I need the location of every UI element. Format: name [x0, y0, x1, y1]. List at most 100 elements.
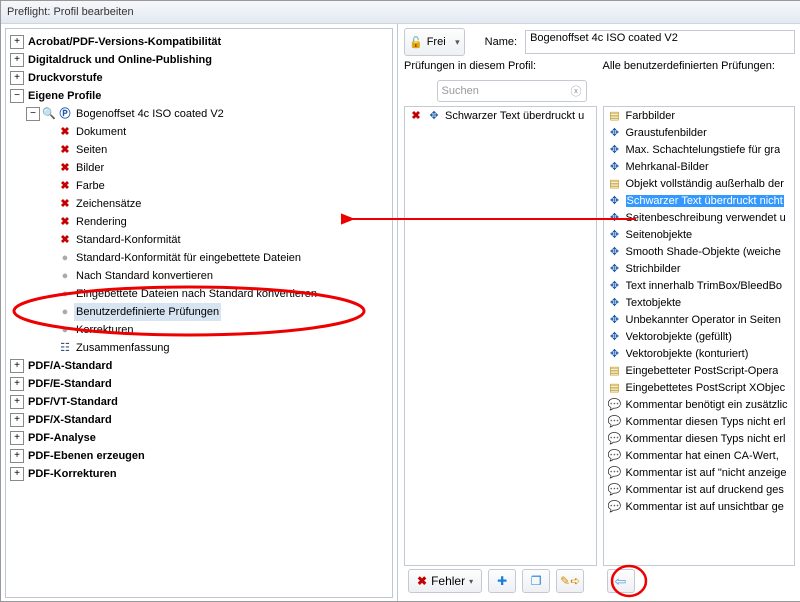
item-label: Eingebetteter PostScript-Opera — [626, 365, 779, 377]
tree-node[interactable]: +PDF/X-Standard — [10, 411, 388, 429]
new-button[interactable]: ✚ — [488, 569, 516, 593]
profile-tree[interactable]: +Acrobat/PDF-Versions-Kompatibilität +Di… — [5, 28, 393, 598]
expand-icon[interactable]: + — [10, 377, 24, 391]
all-checks-list[interactable]: ▤Farbbilder✥Graustufenbilder✥Max. Schach… — [603, 106, 796, 566]
mv-icon: ✥ — [608, 126, 622, 140]
profile-checks-list[interactable]: ✖✥Schwarzer Text überdruckt u — [404, 106, 597, 566]
list-item[interactable]: 💬Kommentar diesen Typs nicht erl — [604, 430, 795, 447]
item-label: Eingebettetes PostScript XObjec — [626, 382, 786, 394]
list-item[interactable]: 💬Kommentar ist auf unsichtbar ge — [604, 498, 795, 515]
item-label: Kommentar ist auf unsichtbar ge — [626, 501, 784, 513]
expand-icon[interactable]: + — [10, 395, 24, 409]
tree-node[interactable]: −Eigene Profile — [10, 87, 388, 105]
tree-node[interactable]: +PDF/E-Standard — [10, 375, 388, 393]
tree-node[interactable]: +PDF/A-Standard — [10, 357, 388, 375]
expand-icon[interactable]: + — [10, 35, 24, 49]
list-item[interactable]: ✥Seitenbeschreibung verwendet u — [604, 209, 795, 226]
collapse-icon[interactable]: − — [26, 107, 40, 121]
tree-node[interactable]: ✖Bilder — [10, 159, 388, 177]
list-item[interactable]: ✥Mehrkanal-Bilder — [604, 158, 795, 175]
export-button[interactable]: ✎➪ — [556, 569, 584, 593]
disabled-icon: ● — [58, 249, 72, 267]
mv-icon: ✥ — [608, 347, 622, 361]
errors-button[interactable]: ✖Fehler▾ — [408, 569, 482, 593]
duplicate-button[interactable]: ❐ — [522, 569, 550, 593]
tree-node[interactable]: +PDF-Korrekturen — [10, 465, 388, 483]
tree-node[interactable]: ●Nach Standard konvertieren — [10, 267, 388, 285]
list-item[interactable]: ✥Max. Schachtelungstiefe für gra — [604, 141, 795, 158]
list-item[interactable]: ✥ Unbekannter Operator in Seiten — [604, 311, 795, 328]
pg-icon: ▤ — [608, 381, 622, 395]
lock-dropdown[interactable]: 🔓Frei — [404, 28, 465, 56]
tree-node-selected[interactable]: ●Benutzerdefinierte Prüfungen — [10, 303, 388, 321]
list-item[interactable]: ✖✥Schwarzer Text überdruckt u — [405, 107, 596, 124]
expand-icon[interactable]: + — [10, 449, 24, 463]
tree-node[interactable]: ✖Standard-Konformität — [10, 231, 388, 249]
name-field[interactable]: Bogenoffset 4c ISO coated V2 — [525, 30, 795, 54]
tree-node[interactable]: +PDF-Analyse — [10, 429, 388, 447]
tree-node[interactable]: ✖Dokument — [10, 123, 388, 141]
list-item[interactable]: ✥Text innerhalb TrimBox/BleedBo — [604, 277, 795, 294]
tree-node[interactable]: +PDF-Ebenen erzeugen — [10, 447, 388, 465]
mv-icon: ✥ — [608, 296, 622, 310]
mv-icon: ✥ — [608, 313, 622, 327]
expand-icon[interactable]: + — [10, 359, 24, 373]
list-item[interactable]: 💬Kommentar ist auf "nicht anzeige — [604, 464, 795, 481]
list-item[interactable]: ▤ Eingebettetes PostScript XObjec — [604, 379, 795, 396]
item-label: Textobjekte — [626, 297, 682, 309]
list-item[interactable]: ✥Seitenobjekte — [604, 226, 795, 243]
tree-node[interactable]: ●Eingebettete Dateien nach Standard konv… — [10, 285, 388, 303]
item-label: Objekt vollständig außerhalb der — [626, 178, 784, 190]
search-input[interactable]: Suchen ⓧ — [437, 80, 587, 102]
tree-node[interactable]: ✖Seiten — [10, 141, 388, 159]
item-label: Kommentar benötigt ein zusätzlic — [626, 399, 788, 411]
item-label: Seitenbeschreibung verwendet u — [626, 212, 786, 224]
mv-icon: ✥ — [608, 194, 622, 208]
expand-icon[interactable]: + — [10, 53, 24, 67]
add-left-button[interactable]: ⇦ — [607, 569, 635, 593]
list-item[interactable]: 💬Kommentar hat einen CA-Wert, — [604, 447, 795, 464]
tree-node[interactable]: +Digitaldruck und Online-Publishing — [10, 51, 388, 69]
list-item[interactable]: 💬Kommentar ist auf druckend ges — [604, 481, 795, 498]
list-item[interactable]: ✥Graustufenbilder — [604, 124, 795, 141]
list-item[interactable]: ▤Eingebetteter PostScript-Opera — [604, 362, 795, 379]
tree-node[interactable]: ●Korrekturen — [10, 321, 388, 339]
lock-label: Frei — [427, 36, 446, 48]
list-item[interactable]: ▤Objekt vollständig außerhalb der — [604, 175, 795, 192]
tree-node[interactable]: ✖Zeichensätze — [10, 195, 388, 213]
list-item[interactable]: ✥ Schwarzer Text überdruckt nicht — [604, 192, 795, 209]
list-item[interactable]: ✥ Textobjekte — [604, 294, 795, 311]
expand-icon[interactable]: + — [10, 413, 24, 427]
list-item[interactable]: ▤Farbbilder — [604, 107, 795, 124]
list-item[interactable]: 💬Kommentar diesen Typs nicht erl — [604, 413, 795, 430]
tree-node[interactable]: ✖Farbe — [10, 177, 388, 195]
tree-node[interactable]: +Druckvorstufe — [10, 69, 388, 87]
item-label: Strichbilder — [626, 263, 681, 275]
item-label: Schwarzer Text überdruckt nicht — [626, 195, 784, 207]
list-item[interactable]: ✥Strichbilder — [604, 260, 795, 277]
tree-node[interactable]: +Acrobat/PDF-Versions-Kompatibilität — [10, 33, 388, 51]
tree-node[interactable]: −🔍ⓅBogenoffset 4c ISO coated V2 — [10, 105, 388, 123]
item-label: Smooth Shade-Objekte (weiche — [626, 246, 781, 258]
search-placeholder: Suchen — [442, 85, 479, 97]
collapse-icon[interactable]: − — [10, 89, 24, 103]
summary-icon: ☷ — [58, 339, 72, 357]
expand-icon[interactable]: + — [10, 431, 24, 445]
profile-tree-panel: +Acrobat/PDF-Versions-Kompatibilität +Di… — [1, 24, 397, 602]
item-label: Unbekannter Operator in Seiten — [626, 314, 781, 326]
list-item[interactable]: 💬Kommentar benötigt ein zusätzlic — [604, 396, 795, 413]
sp-icon: 💬 — [608, 466, 622, 480]
tree-node[interactable]: +PDF/VT-Standard — [10, 393, 388, 411]
list-item[interactable]: ✥ Smooth Shade-Objekte (weiche — [604, 243, 795, 260]
clear-icon[interactable]: ⓧ — [571, 83, 582, 99]
list-item[interactable]: ✥Vektorobjekte (gefüllt) — [604, 328, 795, 345]
expand-icon[interactable]: + — [10, 467, 24, 481]
disabled-icon: ● — [58, 321, 72, 339]
tree-node[interactable]: ✖Rendering — [10, 213, 388, 231]
mv-icon: ✥ — [608, 245, 622, 259]
list-item[interactable]: ✥Vektorobjekte (konturiert) — [604, 345, 795, 362]
expand-icon[interactable]: + — [10, 71, 24, 85]
x-icon: ✖ — [58, 123, 72, 141]
tree-node[interactable]: ●Standard-Konformität für eingebettete D… — [10, 249, 388, 267]
tree-node[interactable]: ☷Zusammenfassung — [10, 339, 388, 357]
